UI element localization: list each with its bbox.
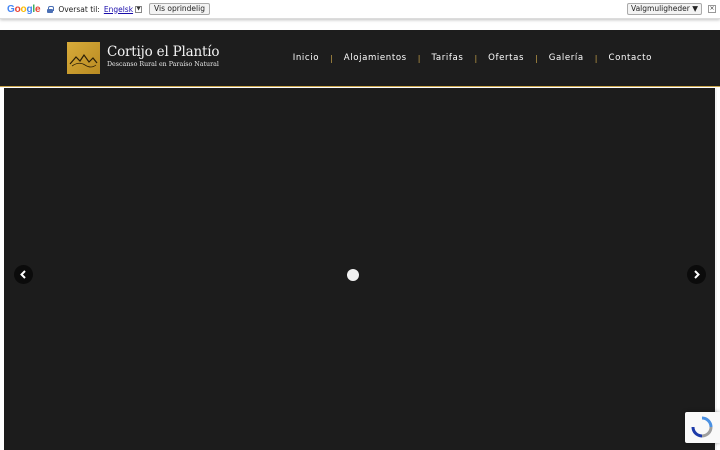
recaptcha-icon <box>691 416 713 438</box>
close-icon[interactable]: × <box>708 5 716 13</box>
show-original-button[interactable]: Vis oprindelig <box>149 3 210 15</box>
google-translate-bar: Google Oversat til: Engelsk ▼ Vis oprind… <box>0 0 720 19</box>
mountain-logo-icon <box>69 53 98 68</box>
nav-item-ofertas[interactable]: Ofertas <box>488 53 524 63</box>
nav-item-inicio[interactable]: Inicio <box>293 53 319 63</box>
chevron-right-icon <box>694 270 700 279</box>
language-select[interactable]: Engelsk <box>104 5 133 14</box>
site-logo[interactable] <box>67 42 100 74</box>
nav-separator: | <box>330 53 333 63</box>
slider-prev-button[interactable] <box>14 265 33 284</box>
chevron-down-icon[interactable]: ▼ <box>135 5 143 13</box>
google-logo-letter: e <box>34 3 41 15</box>
nav-separator: | <box>594 53 598 63</box>
nav-separator: | <box>417 53 421 63</box>
options-button[interactable]: Valgmuligheder ▼ <box>627 3 702 15</box>
nav-item-galeria[interactable]: Galería <box>549 53 584 63</box>
site-title[interactable]: Cortijo el Plantío <box>107 44 219 60</box>
google-logo: Google <box>7 3 41 15</box>
translated-to-label: Oversat til: <box>58 4 100 14</box>
loading-indicator <box>347 269 359 281</box>
recaptcha-badge[interactable] <box>685 412 720 443</box>
site-header: Cortijo el Plantío Descanso Rural en Par… <box>0 30 720 87</box>
nav-item-contacto[interactable]: Contacto <box>609 53 653 63</box>
nav-separator: | <box>474 53 478 63</box>
nav-item-tarifas[interactable]: Tarifas <box>431 53 463 63</box>
slider-next-button[interactable] <box>687 265 706 284</box>
site-subtitle: Descanso Rural en Paraíso Natural <box>107 61 219 68</box>
lock-icon <box>47 5 55 13</box>
google-logo-letter: G <box>7 3 15 15</box>
hero-slider <box>4 88 717 450</box>
nav-separator: | <box>535 53 538 63</box>
main-navigation: Inicio | Alojamientos | Tarifas | Oferta… <box>293 53 652 63</box>
nav-item-alojamientos[interactable]: Alojamientos <box>344 53 407 63</box>
chevron-left-icon <box>20 270 26 279</box>
